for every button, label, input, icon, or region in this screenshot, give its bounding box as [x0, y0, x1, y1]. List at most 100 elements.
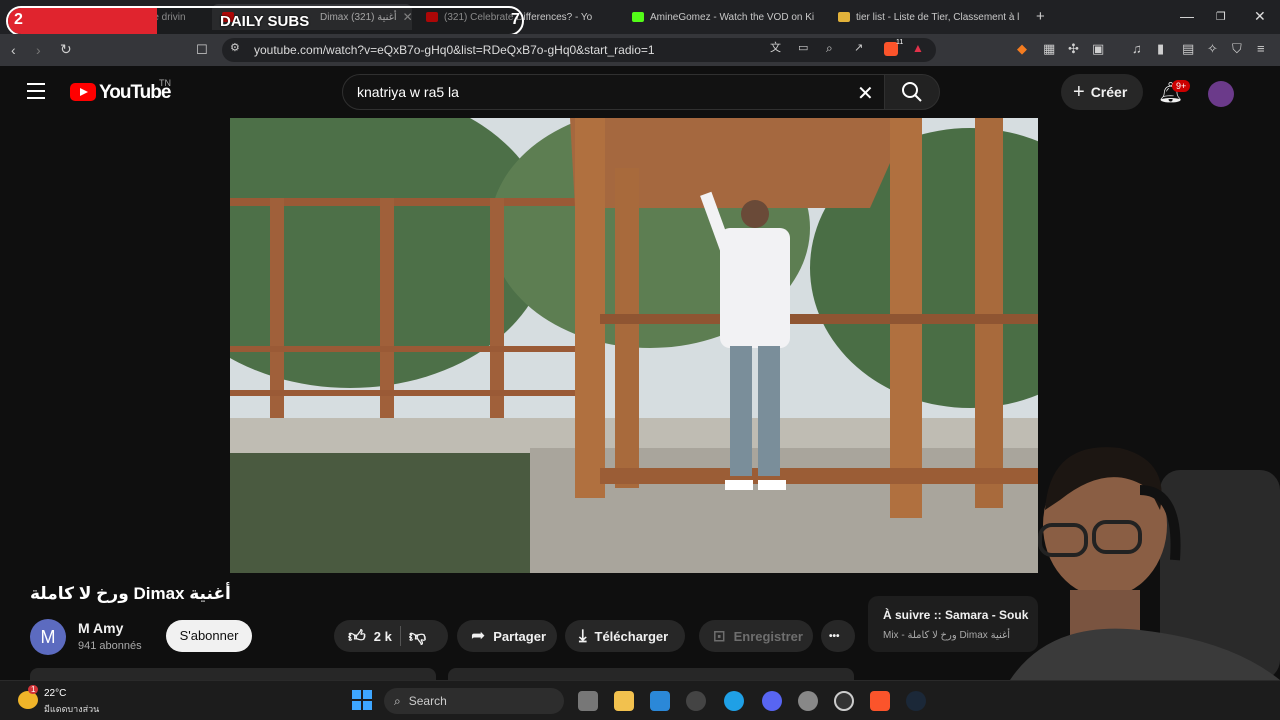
weather-description: มีแดดบางส่วน	[44, 704, 100, 714]
forward-icon[interactable]: ›	[36, 43, 41, 57]
browser-toolbar: ‹ › ↻ ☐ ⚙ youtube.com/watch?v=eQxB7o-gHq…	[0, 34, 1280, 66]
create-button[interactable]: + Créer	[1061, 74, 1143, 110]
description-strip	[448, 668, 854, 680]
share-page-icon[interactable]: ↗	[854, 43, 863, 54]
site-info-icon[interactable]: ⚙	[230, 43, 240, 54]
search-icon: ⌕	[394, 693, 401, 708]
daily-subs-progress-bar: 2 DAILY SUBS 7	[6, 6, 524, 36]
new-tab-button[interactable]: +	[1036, 9, 1045, 24]
like-count: 2 k	[373, 628, 392, 644]
dislike-button-icon[interactable]: 👎︎	[409, 626, 426, 647]
divider	[399, 626, 401, 646]
weather-badge: 1	[28, 685, 39, 694]
app-icon[interactable]	[686, 691, 706, 711]
download-label: Télécharger	[594, 628, 669, 644]
media-player-icon[interactable]	[834, 691, 854, 711]
extensions-puzzle-icon[interactable]: ✣	[1068, 42, 1079, 55]
share-label: Partager	[493, 628, 546, 644]
channel-name[interactable]: M Amy	[78, 620, 123, 636]
search-button[interactable]	[884, 74, 940, 110]
windows-start-icon[interactable]	[352, 690, 372, 710]
address-bar[interactable]: ⚙ youtube.com/watch?v=eQxB7o-gHq0&list=R…	[222, 38, 936, 62]
search-icon	[902, 82, 922, 102]
brave-rewards-icon[interactable]: ▲	[912, 42, 924, 54]
hamburger-menu-icon[interactable]	[27, 83, 45, 99]
back-icon[interactable]: ‹	[11, 43, 16, 57]
weather-temperature[interactable]: 22°C	[44, 688, 66, 699]
steam-icon[interactable]	[906, 691, 926, 711]
tab-label: AmineGomez - Watch the VOD on Ki	[650, 11, 815, 23]
subscriber-count: 941 abonnés	[78, 640, 142, 652]
url-text[interactable]: youtube.com/watch?v=eQxB7o-gHq0&list=RDe…	[254, 43, 655, 57]
extension-icon[interactable]: ▦	[1043, 42, 1055, 55]
vpn-icon[interactable]: ⛉	[1232, 42, 1242, 55]
translate-icon[interactable]: 文	[770, 43, 781, 54]
download-button[interactable]: ⤓ Télécharger	[565, 620, 685, 652]
menu-icon[interactable]: ≡	[1257, 42, 1265, 55]
video-player[interactable]	[230, 118, 1038, 573]
download-icon: ⤓	[579, 626, 587, 645]
leo-ai-icon[interactable]: ✧	[1207, 42, 1218, 55]
daily-subs-label: DAILY SUBS	[220, 13, 310, 30]
kick-favicon-icon	[632, 12, 644, 22]
daily-subs-current: 2	[14, 11, 23, 28]
thumbs-up-icon: 👍︎	[348, 626, 366, 646]
media-icon[interactable]: ♫	[1132, 42, 1142, 55]
tab-label: tier list - Liste de Tier, Classement à …	[856, 11, 1020, 23]
video-frame-image	[230, 118, 1038, 573]
daily-subs-goal: 7	[511, 11, 520, 28]
windows-taskbar: 1 22°C มีแดดบางส่วน ⌕ Search	[0, 680, 1280, 720]
obs-icon[interactable]	[798, 691, 818, 711]
plus-icon: +	[1073, 80, 1085, 103]
video-title: ورخ لا كاملة Dimax أغنية	[30, 584, 231, 603]
tab-tierlist[interactable]: tier list - Liste de Tier, Classement à …	[828, 4, 1028, 30]
more-actions-button[interactable]: •••	[821, 620, 855, 652]
maximize-icon[interactable]: ❐	[1216, 10, 1226, 23]
notification-badge: 9+	[1172, 80, 1191, 92]
edge-icon[interactable]	[724, 691, 744, 711]
channel-avatar[interactable]: M	[30, 619, 66, 655]
clear-search-icon[interactable]: ✕	[857, 81, 874, 106]
streamer-webcam	[1010, 430, 1280, 680]
share-button[interactable]: ➦ Partager	[457, 620, 557, 652]
search-query: knatriya w ra5 la	[357, 84, 459, 100]
zoom-icon[interactable]: ⌕	[826, 42, 833, 54]
cast-icon[interactable]: ▭	[798, 43, 808, 54]
tab-kick[interactable]: AmineGomez - Watch the VOD on Ki	[622, 4, 822, 30]
country-code: TN	[159, 78, 171, 88]
tab-search-icon[interactable]: ▣	[1092, 42, 1104, 55]
bookmark-save-icon: ⊡	[713, 628, 726, 645]
search-input[interactable]: knatriya w ra5 la ✕	[342, 74, 888, 110]
tierlist-favicon-icon	[838, 12, 850, 22]
brave-browser-icon[interactable]	[870, 691, 890, 711]
minimize-icon[interactable]: —	[1180, 8, 1194, 24]
youtube-logo-icon[interactable]	[70, 83, 96, 101]
extension-icon[interactable]: ◆	[1017, 42, 1027, 55]
reload-icon[interactable]: ↻	[60, 42, 72, 56]
webcam-image	[1010, 447, 1280, 680]
close-window-icon[interactable]: ✕	[1254, 8, 1266, 25]
comments-strip	[30, 668, 436, 680]
taskbar-search-label: Search	[408, 694, 447, 708]
up-next-subtitle: Mix - ورخ لا كاملة Dimax أغنية	[883, 630, 1010, 641]
sidebar-icon[interactable]: ▮	[1157, 42, 1164, 55]
share-icon: ➦	[471, 626, 486, 645]
bookmark-icon[interactable]: ☐	[196, 43, 208, 56]
like-dislike-group: 👍︎ 2 k 👎︎	[334, 620, 448, 652]
task-view-icon[interactable]	[578, 691, 598, 711]
wallet-icon[interactable]: ▤	[1182, 42, 1194, 55]
save-button[interactable]: ⊡ Enregistrer	[699, 620, 813, 652]
account-avatar[interactable]	[1208, 81, 1234, 107]
subscribe-button[interactable]: S'abonner	[166, 620, 252, 652]
youtube-header: YouTube TN knatriya w ra5 la ✕ + Créer 🔔…	[0, 66, 1280, 118]
save-label: Enregistrer	[733, 628, 803, 644]
shields-badge: 11	[896, 39, 904, 46]
microsoft-store-icon[interactable]	[650, 691, 670, 711]
daily-subs-progress-fill	[8, 8, 158, 34]
taskbar-search[interactable]: ⌕ Search	[384, 688, 564, 714]
create-label: Créer	[1090, 84, 1128, 100]
up-next-title: À suivre :: Samara - Souk	[883, 608, 1029, 622]
like-button[interactable]: 👍︎ 2 k	[348, 626, 392, 647]
discord-icon[interactable]	[762, 691, 782, 711]
file-explorer-icon[interactable]	[614, 691, 634, 711]
